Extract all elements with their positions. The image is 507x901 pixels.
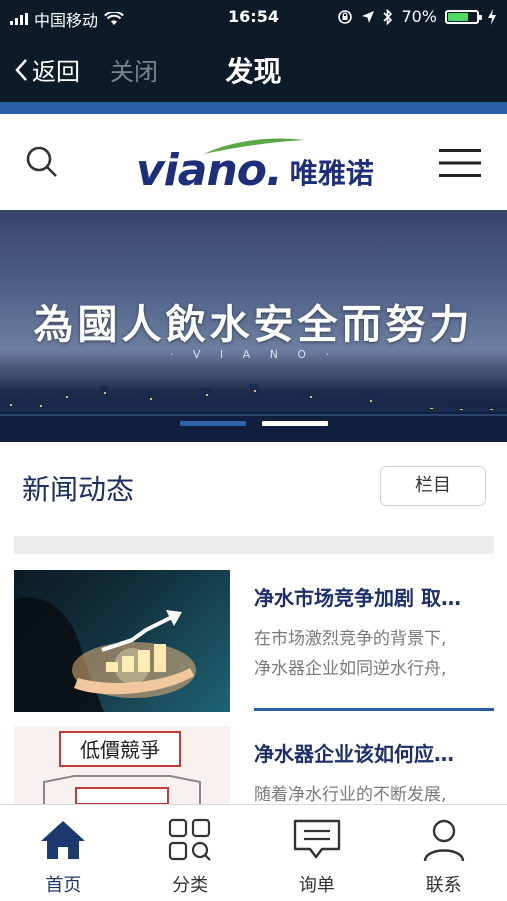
- logo-chinese-name: 唯雅诺: [289, 157, 374, 190]
- banner-subtitle: · V I A N O ·: [169, 348, 338, 361]
- location-icon: [362, 10, 375, 23]
- image-caption: 低價競爭: [80, 738, 160, 762]
- site-header: viano. 唯雅诺: [0, 114, 507, 211]
- news-thumbnail[interactable]: [14, 570, 230, 712]
- tab-contact[interactable]: 联系: [380, 805, 507, 901]
- banner-slogan: 為國人飲水安全而努力: [33, 301, 474, 348]
- news-item[interactable]: 低價競爭 净水器企业该如何应… 随着净水行业的不断发展,: [14, 726, 494, 804]
- tab-home[interactable]: 首页: [0, 805, 127, 901]
- category-button[interactable]: 栏目: [380, 466, 486, 506]
- home-icon: [41, 821, 86, 859]
- news-excerpt: 在市场激烈竞争的背景下, 净水器企业如同逆水行舟,: [254, 629, 447, 679]
- page-title: 发现: [225, 55, 282, 88]
- grid-search-icon: [169, 818, 211, 861]
- brand-logo[interactable]: viano. 唯雅诺: [136, 138, 374, 194]
- tab-category[interactable]: 分类: [127, 805, 254, 901]
- carousel-dot[interactable]: [179, 421, 246, 426]
- bluetooth-icon: [383, 8, 393, 25]
- news-headline[interactable]: 净水器企业该如何应…: [254, 738, 494, 767]
- tab-label: 询单: [298, 875, 335, 896]
- hero-banner[interactable]: 為國人飲水安全而努力 · V I A N O ·: [0, 210, 507, 442]
- status-bar: 中国移动 16:54 70%: [0, 0, 507, 34]
- tab-label: 分类: [172, 875, 209, 896]
- logo-swoosh-icon: [204, 138, 304, 154]
- bottom-tab-bar: 首页 分类 询单 联系: [0, 804, 507, 901]
- section-divider: [14, 536, 494, 554]
- battery-fill: [448, 12, 468, 21]
- search-icon[interactable]: [24, 144, 60, 180]
- carousel-dot-active[interactable]: [261, 421, 328, 426]
- tab-inquiry[interactable]: 询单: [254, 805, 381, 901]
- price-competition-image: 低價競爭: [43, 731, 201, 804]
- news-thumbnail[interactable]: 低價競爭: [14, 726, 230, 804]
- nav-accent-stripe: [0, 102, 507, 114]
- news-headline[interactable]: 净水市场竞争加剧 取…: [254, 582, 494, 611]
- navigation-bar: 返回 关闭 发现: [0, 34, 507, 102]
- battery-icon: [445, 9, 482, 24]
- growth-chart-image: [14, 597, 196, 712]
- message-icon: [293, 819, 341, 859]
- battery-percent: 70%: [401, 7, 437, 26]
- carousel-indicators: [0, 421, 507, 426]
- rotation-lock-icon: [338, 9, 353, 24]
- news-item[interactable]: 净水市场竞争加剧 取… 在市场激烈竞争的背景下, 净水器企业如同逆水行舟,: [14, 570, 494, 712]
- hamburger-menu-icon[interactable]: [439, 148, 481, 178]
- tab-label: 首页: [45, 875, 82, 896]
- charging-icon: [488, 8, 496, 25]
- tab-label: 联系: [425, 875, 462, 896]
- news-excerpt: 随着净水行业的不断发展,: [254, 785, 447, 804]
- user-icon: [423, 819, 464, 862]
- section-title: 新闻动态: [22, 473, 135, 506]
- news-separator: [254, 708, 494, 711]
- city-skyline-image: [0, 384, 507, 442]
